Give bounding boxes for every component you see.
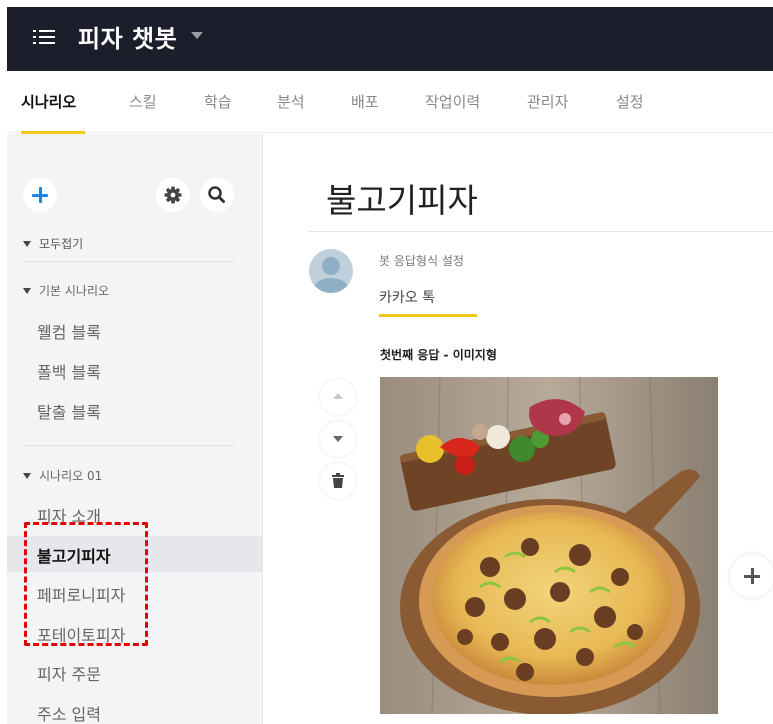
move-up-button[interactable] bbox=[320, 379, 356, 415]
caret-down-icon bbox=[23, 240, 31, 247]
tab-settings[interactable]: 설정 bbox=[616, 91, 644, 112]
tab-learning[interactable]: 학습 bbox=[204, 91, 232, 112]
settings-button[interactable] bbox=[156, 178, 190, 212]
arrow-up-icon bbox=[333, 393, 343, 399]
pizza-image[interactable] bbox=[380, 377, 718, 714]
sidebar-item-address[interactable]: 주소 입력 bbox=[37, 701, 101, 724]
tab-analysis[interactable]: 분석 bbox=[277, 91, 305, 112]
add-response-button[interactable] bbox=[730, 554, 773, 598]
bot-avatar bbox=[309, 249, 353, 293]
sidebar-item-welcome[interactable]: 웰컴 블록 bbox=[37, 319, 101, 343]
sidebar-item-order[interactable]: 피자 주문 bbox=[37, 661, 101, 685]
top-bar: 피자 챗봇 bbox=[7, 7, 773, 71]
trash-icon bbox=[332, 473, 344, 488]
pizza-photo bbox=[380, 377, 718, 714]
tab-admin[interactable]: 관리자 bbox=[527, 91, 568, 112]
move-down-button[interactable] bbox=[320, 421, 356, 457]
tab-deploy[interactable]: 배포 bbox=[351, 91, 379, 112]
main-tabs: 시나리오 스킬 학습 분석 배포 작업이력 관리자 설정 bbox=[7, 71, 773, 134]
menu-icon[interactable] bbox=[33, 28, 55, 46]
section-basic-scenario[interactable]: 기본 시나리오 bbox=[23, 282, 109, 299]
search-button[interactable] bbox=[200, 178, 234, 212]
block-editor: 불고기피자 봇 응답형식 설정 카카오 톡 첫번째 응답 - 이미지형 bbox=[264, 134, 773, 724]
tab-history[interactable]: 작업이력 bbox=[425, 91, 480, 112]
response-type-label: 첫번째 응답 - 이미지형 bbox=[380, 348, 497, 362]
block-title[interactable]: 불고기피자 bbox=[326, 174, 478, 222]
sidebar-item-exit[interactable]: 탈출 블록 bbox=[37, 399, 101, 423]
divider bbox=[308, 231, 773, 232]
tab-skill[interactable]: 스킬 bbox=[129, 91, 157, 112]
caret-down-icon bbox=[23, 472, 31, 479]
tab-scenario[interactable]: 시나리오 bbox=[21, 91, 76, 112]
add-scenario-button[interactable] bbox=[23, 178, 57, 212]
arrow-down-icon bbox=[333, 436, 343, 442]
channel-tab-indicator bbox=[379, 314, 477, 317]
collapse-all-toggle[interactable]: 모두접기 bbox=[23, 235, 83, 252]
app-window: 피자 챗봇 시나리오 스킬 학습 분석 배포 작업이력 관리자 설정 모두접기 … bbox=[7, 7, 773, 724]
section-scenario-01[interactable]: 시나리오 01 bbox=[23, 467, 102, 484]
sidebar-item-fallback[interactable]: 폴백 블록 bbox=[37, 359, 101, 383]
response-format-label: 봇 응답형식 설정 bbox=[379, 254, 464, 268]
bot-title[interactable]: 피자 챗봇 bbox=[78, 19, 177, 54]
gear-icon bbox=[164, 186, 182, 204]
tab-kakaotalk[interactable]: 카카오 톡 bbox=[379, 287, 435, 307]
highlight-annotation bbox=[24, 522, 148, 646]
search-icon bbox=[208, 186, 225, 203]
divider bbox=[23, 261, 235, 262]
divider bbox=[23, 445, 235, 446]
delete-button[interactable] bbox=[320, 463, 356, 499]
chevron-down-icon[interactable] bbox=[191, 32, 203, 39]
caret-down-icon bbox=[23, 287, 31, 294]
